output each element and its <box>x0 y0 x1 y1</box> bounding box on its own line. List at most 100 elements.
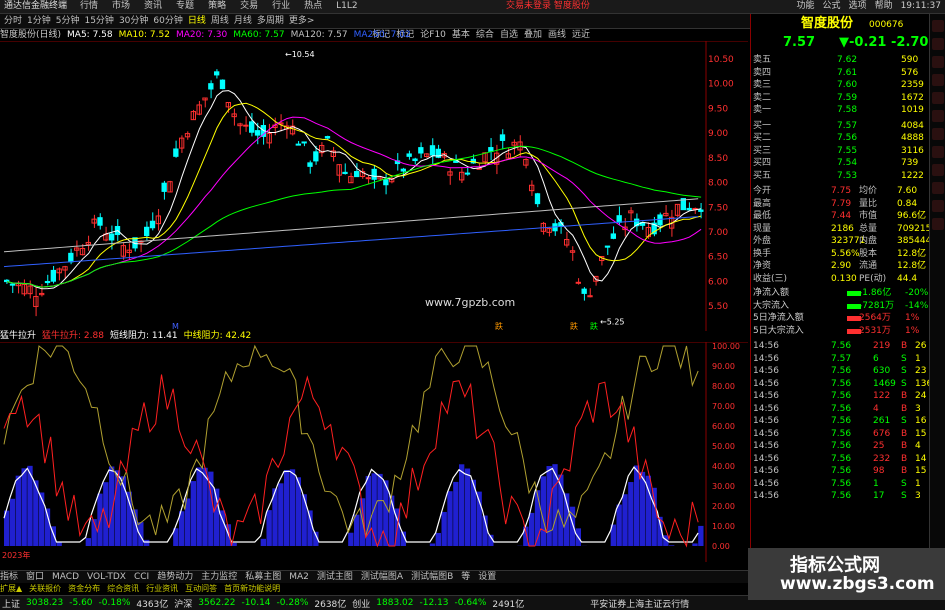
tool-icon[interactable] <box>932 110 944 122</box>
tool-icon[interactable] <box>932 182 944 194</box>
indicator-tab[interactable]: 测试主图 <box>317 571 353 583</box>
indicator-tab[interactable]: MACD <box>52 571 79 583</box>
chart-tool[interactable]: 画线 <box>548 28 566 42</box>
ind-bar <box>459 464 464 546</box>
ind-bar <box>640 472 645 546</box>
tool-icon[interactable] <box>932 56 944 68</box>
chart-tool[interactable]: 叠加 <box>524 28 542 42</box>
top-menu-item[interactable]: 公式 <box>823 0 841 13</box>
candle-body <box>250 122 254 132</box>
tool-icon[interactable] <box>932 38 944 50</box>
tool-icon[interactable] <box>932 218 944 230</box>
broker-info: 平安证券上海主证云行情 <box>590 597 689 610</box>
indicator-tab[interactable]: MA2 <box>289 571 309 583</box>
period-tab[interactable]: 1分钟 <box>27 14 51 28</box>
tool-icon[interactable] <box>932 164 944 176</box>
period-tab[interactable]: 周线 <box>211 14 229 28</box>
stat-label: 收益(三) <box>753 273 787 286</box>
indicator-tab[interactable]: 私募主图 <box>245 571 281 583</box>
top-menu-item[interactable]: 19:11:37 <box>901 0 941 13</box>
info-tab[interactable]: 行业资讯 <box>146 583 178 594</box>
candle-body <box>658 215 662 225</box>
menu-item[interactable]: 市场 <box>112 0 130 13</box>
stat-value: 7.75 <box>831 185 851 198</box>
stat-value: 12.8亿 <box>897 248 926 261</box>
price-row: 7.57 ▼-0.21 -2.70% <box>751 36 929 52</box>
menu-item[interactable]: 热点 <box>304 0 322 13</box>
period-tab[interactable]: 分时 <box>4 14 22 28</box>
indicator-tab[interactable]: 窗口 <box>26 571 44 583</box>
tick-volume: 98 <box>873 465 884 478</box>
indicator-tab[interactable]: 指标 <box>0 571 18 583</box>
info-tab[interactable]: 扩展▲ <box>0 583 22 594</box>
chart-tool[interactable]: 自选 <box>500 28 518 42</box>
ask-row: 卖四7.61576 <box>751 67 929 80</box>
indicator-tab[interactable]: 趋势动力 <box>157 571 193 583</box>
period-tab[interactable]: 更多> <box>289 14 315 28</box>
period-tab[interactable]: 30分钟 <box>119 14 148 28</box>
tool-icon[interactable] <box>932 128 944 140</box>
tick-row: 14:567.56122B24 <box>751 390 929 403</box>
candlestick-chart[interactable]: 10.5010.009.509.008.508.007.507.006.506.… <box>0 41 748 331</box>
candle-body <box>430 146 434 155</box>
indicator-tab[interactable]: CCI <box>134 571 149 583</box>
menu-item[interactable]: 专题 <box>176 0 194 13</box>
menu-item[interactable]: 策略 <box>208 0 226 13</box>
candle-body <box>308 163 312 167</box>
chart-tool[interactable]: 综合 <box>476 28 494 42</box>
menu-item[interactable]: 行情 <box>80 0 98 13</box>
stock-name: 智度股份 <box>801 17 853 30</box>
menu-item[interactable]: 交易 <box>240 0 258 13</box>
chart-tool[interactable]: 基本 <box>452 28 470 42</box>
stat-label: 总量 <box>859 223 877 236</box>
stat-row: 净资2.90流通12.8亿 <box>751 260 929 273</box>
period-tab[interactable]: 60分钟 <box>153 14 182 28</box>
indicator-tab[interactable]: VOL-TDX <box>87 571 126 583</box>
top-menu-item[interactable]: 功能 <box>797 0 815 13</box>
tool-icon[interactable] <box>932 74 944 86</box>
tick-side: S <box>901 490 907 503</box>
quote-panel: 智度股份 000676 7.57 ▼-0.21 -2.70% 卖五7.62590… <box>750 14 929 570</box>
indicator-tab[interactable]: 测试幅图B <box>411 571 453 583</box>
indicator-chart[interactable]: 100.0090.0080.0070.0060.0050.0040.0030.0… <box>0 342 748 562</box>
tick-side: B <box>901 428 907 441</box>
ma-value: MA20: 7.30 <box>176 29 227 41</box>
info-tab[interactable]: 关联报价 <box>29 583 61 594</box>
info-tab[interactable]: 资金分布 <box>68 583 100 594</box>
indicator-tab[interactable]: 设置 <box>478 571 496 583</box>
stat-label: 今开 <box>753 185 771 198</box>
menu-item[interactable]: 资讯 <box>144 0 162 13</box>
period-tab[interactable]: 月线 <box>234 14 252 28</box>
chart-tool[interactable]: 论F10 <box>420 28 446 42</box>
top-menu-item[interactable]: 选项 <box>849 0 867 13</box>
menu-item[interactable]: 行业 <box>272 0 290 13</box>
menu-item[interactable]: L1L2 <box>336 0 357 13</box>
period-tab[interactable]: 5分钟 <box>56 14 80 28</box>
tick-count: 26 <box>915 340 926 353</box>
tick-side: S <box>901 415 907 428</box>
tool-icon[interactable] <box>932 92 944 104</box>
period-bar: 分时1分钟5分钟15分钟30分钟60分钟日线周线月线多周期更多> 标记标记论F1… <box>0 14 750 29</box>
info-tab[interactable]: 综合资讯 <box>107 583 139 594</box>
indicator-tab[interactable]: 等 <box>461 571 470 583</box>
stat-value: 2.90 <box>831 260 851 273</box>
stat-label: PE(动) <box>859 273 886 286</box>
period-tab[interactable]: 15分钟 <box>84 14 113 28</box>
indicator-tab[interactable]: 主力监控 <box>201 571 237 583</box>
tool-icon[interactable] <box>932 146 944 158</box>
tick-side: B <box>901 403 907 416</box>
top-menu-item[interactable]: 帮助 <box>875 0 893 13</box>
login-info[interactable]: 交易未登录 智度股份 <box>506 0 590 13</box>
index-change: -5.60 <box>69 598 92 608</box>
tool-icon[interactable] <box>932 200 944 212</box>
period-tab[interactable]: 多周期 <box>257 14 284 28</box>
ind-bar <box>442 512 447 546</box>
info-tab[interactable]: 互动问答 <box>185 583 217 594</box>
ind-bar <box>22 468 27 546</box>
period-tab[interactable]: 日线 <box>188 14 206 28</box>
indicator-tab[interactable]: 测试幅图A <box>361 571 403 583</box>
chart-tool[interactable]: 远近 <box>572 28 590 42</box>
info-tab[interactable]: 首页新功能说明 <box>224 583 280 594</box>
tool-icon[interactable] <box>932 20 944 32</box>
tick-row: 14:567.56261S16 <box>751 415 929 428</box>
